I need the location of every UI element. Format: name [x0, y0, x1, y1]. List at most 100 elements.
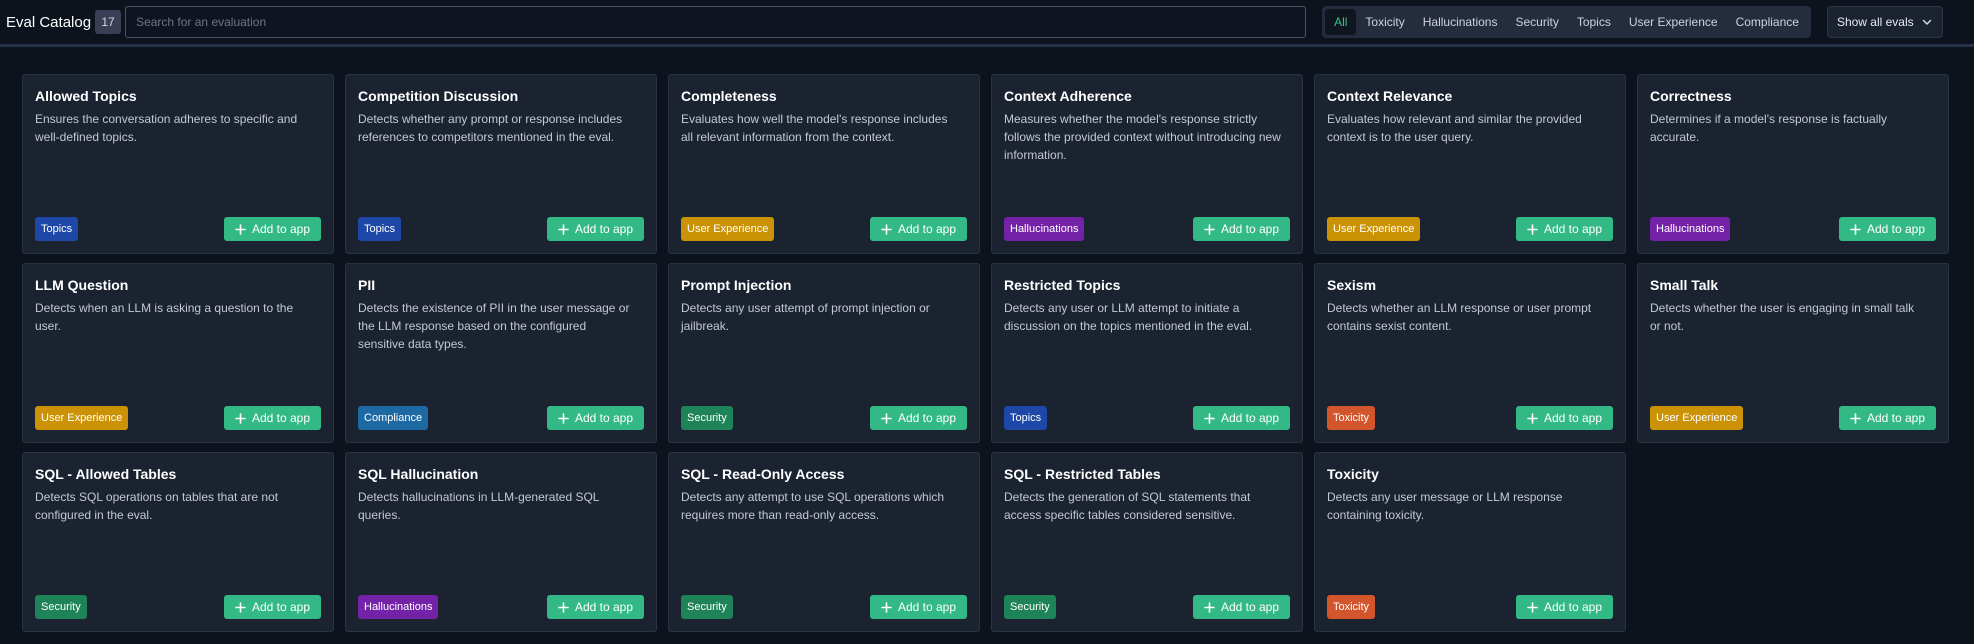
filter-tab-compliance[interactable]: Compliance — [1727, 9, 1808, 35]
add-to-app-button[interactable]: Add to app — [547, 406, 644, 430]
eval-card-description: Detects the generation of SQL statements… — [1004, 490, 1251, 522]
eval-card: Context Adherence Measures whether the mo… — [991, 74, 1303, 254]
add-to-app-button[interactable]: Add to app — [1193, 406, 1290, 430]
category-tag: Hallucinations — [1650, 217, 1731, 241]
eval-card: Correctness Determines if a model's respo… — [1637, 74, 1949, 254]
plus-icon — [235, 223, 246, 235]
add-to-app-button[interactable]: Add to app — [1839, 217, 1936, 241]
add-to-app-label: Add to app — [574, 411, 634, 425]
eval-count-badge: 17 — [95, 10, 122, 34]
add-to-app-label: Add to app — [574, 600, 634, 614]
plus-icon — [1527, 601, 1538, 613]
eval-card-title: Toxicity — [1327, 466, 1379, 482]
add-to-app-label: Add to app — [897, 411, 957, 425]
eval-card-title: Context Adherence — [1004, 88, 1132, 104]
add-to-app-button[interactable]: Add to app — [1839, 406, 1936, 430]
add-to-app-button[interactable]: Add to app — [1516, 595, 1613, 619]
eval-card-description: Detects any user message or LLM response… — [1327, 490, 1563, 522]
eval-card-title: Sexism — [1327, 277, 1377, 293]
plus-icon — [1850, 223, 1861, 235]
plus-icon — [1204, 412, 1215, 424]
plus-icon — [1204, 601, 1215, 613]
filter-tab-topics[interactable]: Topics — [1568, 9, 1620, 35]
eval-card: LLM Question Detects when an LLM is askin… — [22, 263, 334, 443]
eval-card: Restricted Topics Detects any user or LLM… — [991, 263, 1303, 443]
plus-icon — [1204, 223, 1215, 235]
eval-card-description: Detects when an LLM is asking a question… — [35, 301, 294, 333]
add-to-app-button[interactable]: Add to app — [224, 217, 321, 241]
eval-card: Competition Discussion Detects whether an… — [345, 74, 657, 254]
eval-card-grid: Allowed Topics Ensures the conversation a… — [22, 74, 1949, 632]
category-tag: Security — [681, 406, 733, 430]
eval-card-description: Detects whether the user is engaging in … — [1650, 301, 1915, 333]
show-all-evals-label: Show all evals — [1836, 15, 1914, 29]
filter-tab-security[interactable]: Security — [1506, 9, 1567, 35]
eval-card-title: PII — [358, 277, 376, 293]
category-tag: Toxicity — [1327, 595, 1376, 619]
plus-icon — [235, 601, 246, 613]
filter-tab-all[interactable]: All — [1325, 9, 1357, 35]
category-tag: User Experience — [35, 406, 129, 430]
eval-card-description: Detects any attempt to use SQL operation… — [681, 490, 945, 522]
plus-icon — [881, 601, 892, 613]
eval-card-title: SQL - Read-Only Access — [681, 466, 845, 482]
add-to-app-label: Add to app — [1220, 411, 1280, 425]
add-to-app-label: Add to app — [1220, 222, 1280, 236]
eval-card-title: Competition Discussion — [358, 88, 519, 104]
show-all-evals-dropdown[interactable]: Show all evals — [1826, 6, 1943, 38]
add-to-app-button[interactable]: Add to app — [1193, 595, 1290, 619]
category-tag: Hallucinations — [1004, 217, 1085, 241]
add-to-app-button[interactable]: Add to app — [870, 217, 967, 241]
category-filter-group: All Toxicity Hallucinations Security Topics U… — [1322, 6, 1811, 38]
add-to-app-button[interactable]: Add to app — [547, 217, 644, 241]
filter-tab-toxicity[interactable]: Toxicity — [1356, 9, 1413, 35]
eval-card: Allowed Topics Ensures the conversation a… — [22, 74, 334, 254]
eval-card: Context Relevance Evaluates how relevant … — [1314, 74, 1626, 254]
add-to-app-label: Add to app — [1866, 222, 1926, 236]
plus-icon — [881, 412, 892, 424]
eval-card: Sexism Detects whether an LLM response or… — [1314, 263, 1626, 443]
eval-card: Prompt Injection Detects any user attempt… — [668, 263, 980, 443]
add-to-app-label: Add to app — [251, 600, 311, 614]
eval-card-title: Correctness — [1650, 88, 1732, 104]
add-to-app-label: Add to app — [1543, 411, 1603, 425]
category-tag: User Experience — [1327, 217, 1421, 241]
eval-card-description: Measures whether the model's response st… — [1004, 112, 1281, 162]
add-to-app-button[interactable]: Add to app — [870, 595, 967, 619]
add-to-app-button[interactable]: Add to app — [1193, 217, 1290, 241]
eval-card-description: Detects the existence of PII in the user… — [358, 301, 630, 351]
add-to-app-button[interactable]: Add to app — [1516, 217, 1613, 241]
add-to-app-button[interactable]: Add to app — [870, 406, 967, 430]
eval-card-description: Detects hallucinations in LLM-generated … — [358, 490, 600, 522]
filter-tab-user-experience[interactable]: User Experience — [1620, 9, 1727, 35]
eval-card-title: SQL - Allowed Tables — [35, 466, 177, 482]
category-tag: User Experience — [1650, 406, 1744, 430]
eval-card: Completeness Evaluates how well the model… — [668, 74, 980, 254]
eval-card-title: Context Relevance — [1327, 88, 1453, 104]
add-to-app-label: Add to app — [897, 600, 957, 614]
add-to-app-button[interactable]: Add to app — [224, 595, 321, 619]
eval-card-title: Small Talk — [1650, 277, 1719, 293]
eval-card-description: Detects SQL operations on tables that ar… — [35, 490, 279, 522]
add-to-app-label: Add to app — [1220, 600, 1280, 614]
eval-card-description: Evaluates how well the model's response … — [681, 112, 948, 144]
category-tag: Hallucinations — [358, 595, 439, 619]
search-input[interactable] — [125, 6, 1307, 38]
eval-card-title: Prompt Injection — [681, 277, 792, 293]
eval-card: Small Talk Detects whether the user is en… — [1637, 263, 1949, 443]
add-to-app-label: Add to app — [1866, 411, 1926, 425]
filter-tab-hallucinations[interactable]: Hallucinations — [1414, 9, 1507, 35]
eval-card: PII Detects the existence of PII in the u… — [345, 263, 657, 443]
eval-card-description: Detects whether an LLM response or user … — [1327, 301, 1592, 333]
category-tag: User Experience — [681, 217, 775, 241]
add-to-app-button[interactable]: Add to app — [547, 595, 644, 619]
plus-icon — [1850, 412, 1861, 424]
category-tag: Topics — [35, 217, 79, 241]
chevron-down-icon — [1922, 19, 1932, 25]
add-to-app-button[interactable]: Add to app — [224, 406, 321, 430]
eval-card-description: Detects any user or LLM attempt to initi… — [1004, 301, 1253, 333]
add-to-app-button[interactable]: Add to app — [1516, 406, 1613, 430]
plus-icon — [881, 223, 892, 235]
eval-card-title: Allowed Topics — [35, 88, 137, 104]
add-to-app-label: Add to app — [251, 411, 311, 425]
